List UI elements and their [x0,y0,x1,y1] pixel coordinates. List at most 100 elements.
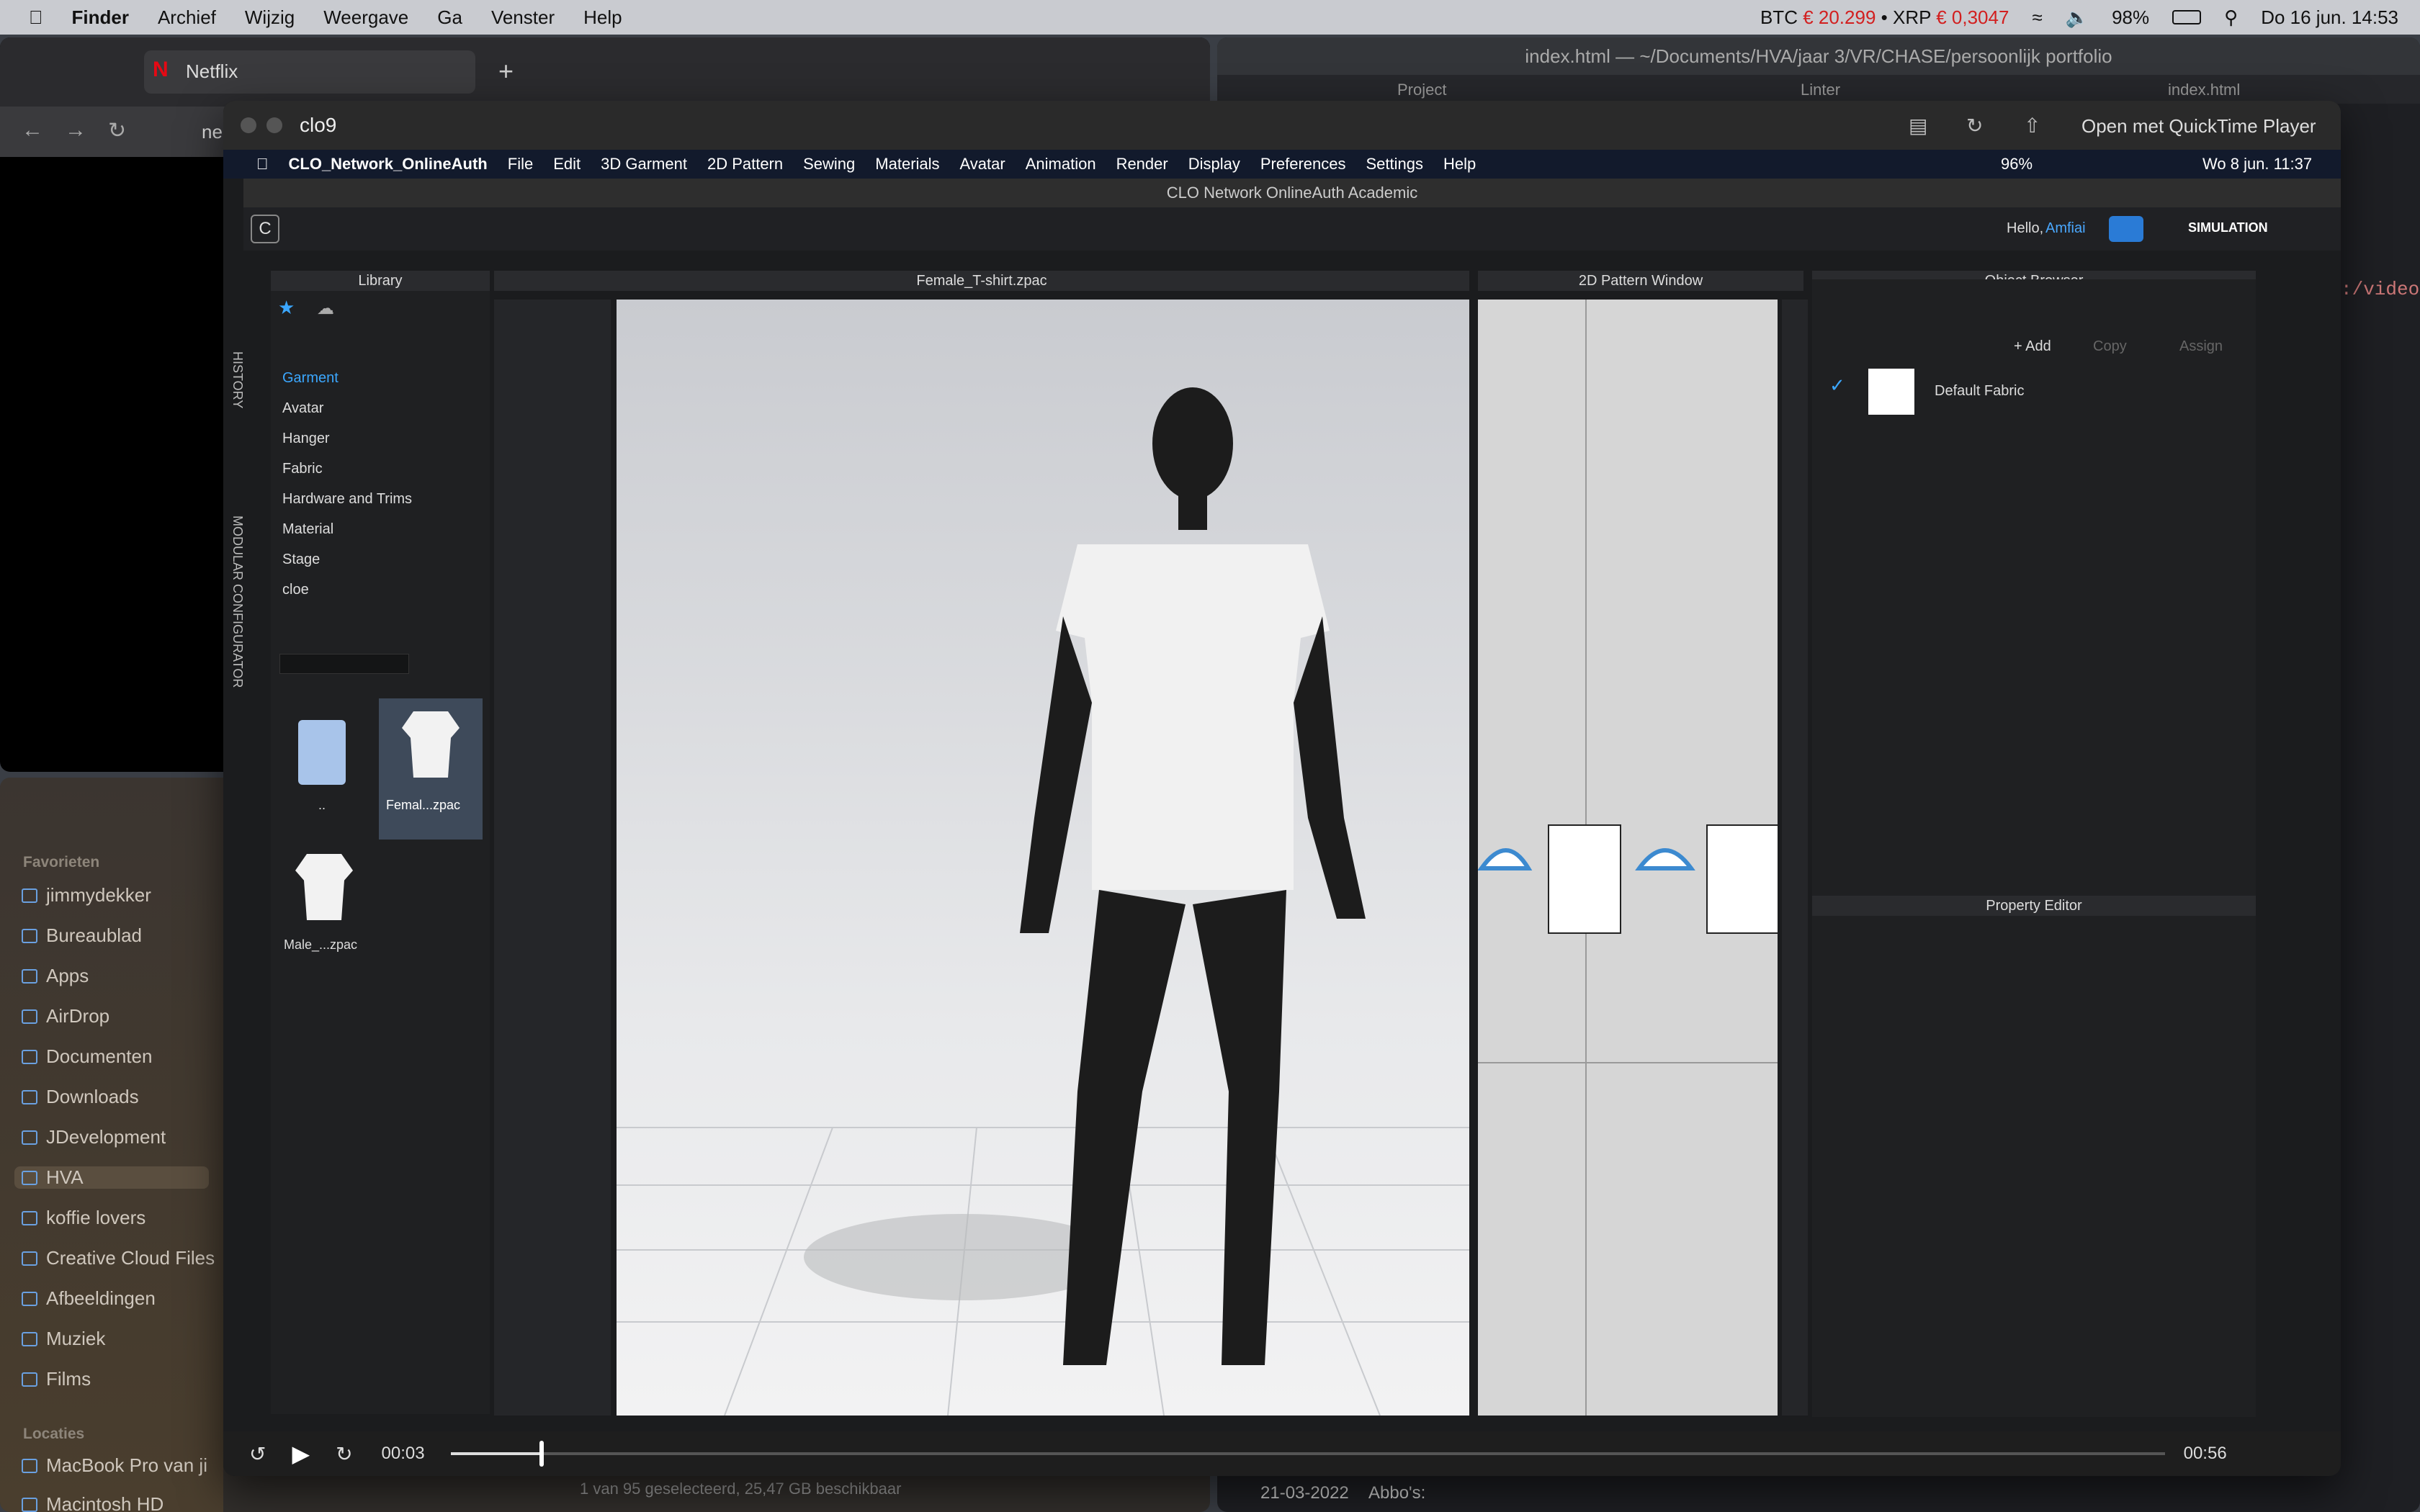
library-item-avatar[interactable]: Avatar [282,400,323,417]
cloud-lib-icon[interactable]: ☁ [317,298,334,319]
forward-icon[interactable]: → [65,118,86,143]
user-name[interactable]: Amfiai [2045,220,2086,237]
tab-index[interactable]: index.html [2168,81,2240,99]
menu-weergave[interactable]: Weergave [323,6,408,29]
menu-3d-garment[interactable]: 3D Garment [601,155,687,174]
pattern-viewport[interactable] [1478,300,1778,1416]
apple-icon[interactable]:  [256,155,269,174]
btc-ticker[interactable]: BTC € 20.299 • XRP € 0,3047 [1760,6,2009,29]
menu-sewing[interactable]: Sewing [803,155,855,174]
menu-2d-pattern[interactable]: 2D Pattern [707,155,783,174]
menu-settings[interactable]: Settings [1366,155,1423,174]
trim-icon[interactable]: ▤ [1909,114,1927,138]
close-icon[interactable] [241,117,256,133]
library-item-hanger[interactable]: Hanger [282,431,330,447]
menu-ga[interactable]: Ga [437,6,462,29]
scrubber-handle[interactable] [539,1441,544,1467]
cloud-icon[interactable] [2109,216,2143,242]
assign-button[interactable]: Assign [2179,338,2223,355]
disk-icon [22,1497,37,1512]
menu-render[interactable]: Render [1116,155,1168,174]
wifi-icon[interactable]: ≈ [2032,6,2042,29]
fav-item[interactable]: AirDrop [22,1005,109,1027]
fabric-swatch[interactable] [1868,369,1914,415]
menu-animation[interactable]: Animation [1026,155,1096,174]
rotate-icon[interactable]: ↻ [1966,114,1983,138]
menu-finder[interactable]: Finder [72,6,129,29]
tab-netflix[interactable]: Netflix [186,60,238,83]
fav-item[interactable]: JDevelopment [22,1126,166,1148]
library-item-hardware[interactable]: Hardware and Trims [282,491,412,508]
minimize-icon[interactable] [266,117,282,133]
add-button[interactable]: + Add [2014,338,2051,355]
volume-icon[interactable]: 🔈 [2066,6,2089,29]
menu-archief[interactable]: Archief [158,6,216,29]
apple-icon[interactable]:  [29,6,43,29]
folder-icon[interactable] [298,720,346,785]
library-item-cloe[interactable]: cloe [282,582,309,598]
battery-percent[interactable]: 98% [2112,6,2149,29]
star-icon[interactable]: ★ [278,297,295,319]
back-icon[interactable]: ← [22,118,43,143]
fav-item[interactable]: Documenten [22,1045,152,1068]
library-item-fabric[interactable]: Fabric [282,461,323,477]
tab-linter[interactable]: Linter [1801,81,1840,99]
skip-forward-icon[interactable]: ↻ [336,1442,352,1466]
fav-item[interactable]: Downloads [22,1086,139,1108]
simulation-button[interactable]: SIMULATION [2188,220,2268,235]
menu-help[interactable]: Help [1443,155,1476,174]
netflix-logo-icon: N [153,58,169,81]
view3d-title: Female_T-shirt.zpac [494,271,1469,291]
new-tab-button[interactable]: + [498,56,514,86]
play-icon[interactable]: ▶ [292,1440,310,1467]
side-tab-history[interactable]: HISTORY [230,351,245,495]
menu-edit[interactable]: Edit [553,155,581,174]
search-icon[interactable]: ⚲ [2224,6,2238,29]
address-bar[interactable]: ne [202,121,223,143]
3d-viewport[interactable] [617,300,1469,1416]
clock[interactable]: Do 16 jun. 14:53 [2261,6,2398,29]
fav-item[interactable]: Afbeeldingen [22,1287,156,1310]
menu-materials[interactable]: Materials [875,155,939,174]
fav-item-selected[interactable]: HVA [14,1166,209,1189]
tab-project[interactable]: Project [1397,81,1446,99]
open-with-button[interactable]: Open met QuickTime Player [2081,115,2316,138]
menu-wijzig[interactable]: Wijzig [245,6,295,29]
airdrop-icon [22,1009,37,1024]
loc-item[interactable]: MacBook Pro van ji [22,1454,207,1477]
fabric-name[interactable]: Default Fabric [1935,383,2025,400]
menu-venster[interactable]: Venster [491,6,555,29]
fav-item[interactable]: jimmydekker [22,884,151,906]
battery-icon [2172,10,2202,24]
reload-icon[interactable]: ↻ [108,118,126,143]
skip-back-icon[interactable]: ↺ [249,1442,266,1466]
fav-item[interactable]: Creative Cloud Files [22,1247,215,1269]
library-item-stage[interactable]: Stage [282,552,320,568]
library-item-material[interactable]: Material [282,521,333,538]
fav-item[interactable]: Bureaublad [22,924,142,947]
library-title: Library [271,271,490,291]
file-label: Male_...zpac [284,937,358,952]
share-icon[interactable]: ⇧ [2024,114,2040,138]
copy-button[interactable]: Copy [2093,338,2127,355]
menu-help[interactable]: Help [583,6,622,29]
laptop-icon [22,1458,37,1473]
menu-file[interactable]: File [508,155,533,174]
loc-item[interactable]: Macintosh HD [22,1493,163,1512]
menu-app[interactable]: CLO_Network_OnlineAuth [289,155,488,174]
home-icon [22,888,37,903]
menu-preferences[interactable]: Preferences [1260,155,1346,174]
check-icon[interactable]: ✓ [1829,374,1845,397]
fav-item[interactable]: Muziek [22,1328,105,1350]
fav-item[interactable]: Films [22,1368,91,1390]
menu-display[interactable]: Display [1188,155,1240,174]
current-time: 00:03 [381,1444,425,1463]
fav-item[interactable]: koffie lovers [22,1207,145,1229]
library-search-input[interactable] [279,654,409,674]
library-item-garment[interactable]: Garment [282,370,339,387]
fav-item[interactable]: Apps [22,965,89,987]
menu-avatar[interactable]: Avatar [960,155,1005,174]
side-tab-modular-configurator[interactable]: MODULAR CONFIGURATOR [230,516,245,804]
total-time: 00:56 [2183,1444,2227,1463]
scrubber[interactable] [450,1441,2165,1467]
